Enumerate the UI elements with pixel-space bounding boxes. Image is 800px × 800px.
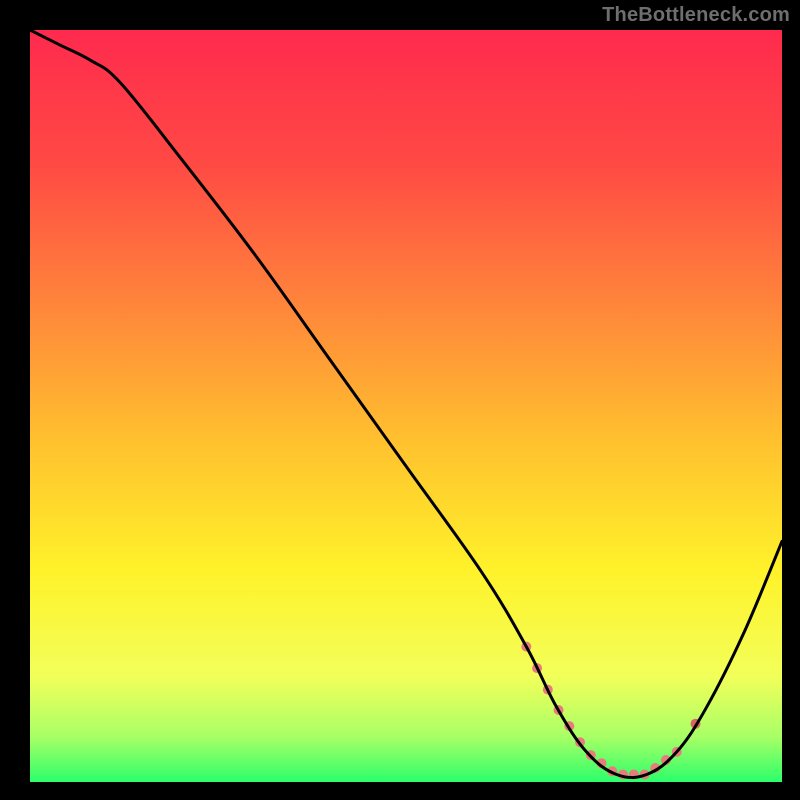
bottleneck-chart: [0, 0, 800, 800]
chart-stage: TheBottleneck.com: [0, 0, 800, 800]
gradient-background: [30, 30, 782, 782]
